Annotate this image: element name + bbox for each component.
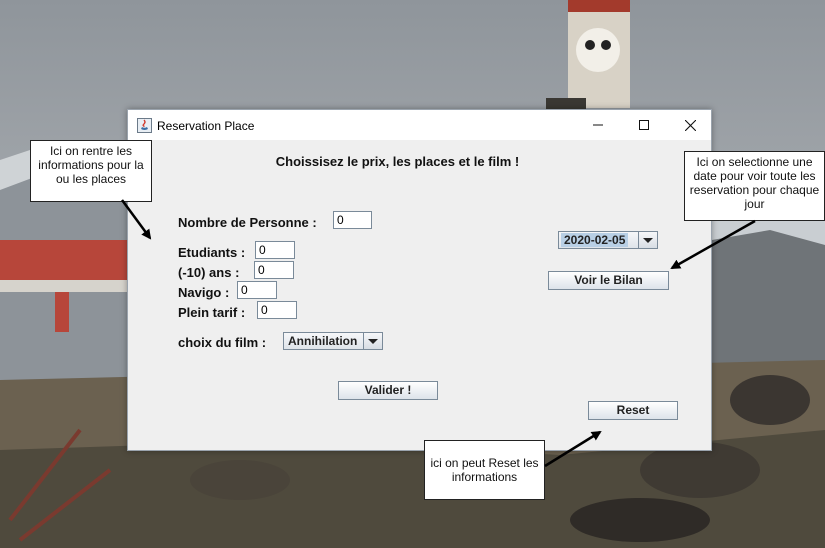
arrow-to-bilan-icon [670, 219, 756, 270]
arrow-to-reset-icon [544, 430, 602, 468]
arrow-to-fields-icon [120, 199, 152, 240]
annotation-arrows [120, 199, 756, 468]
